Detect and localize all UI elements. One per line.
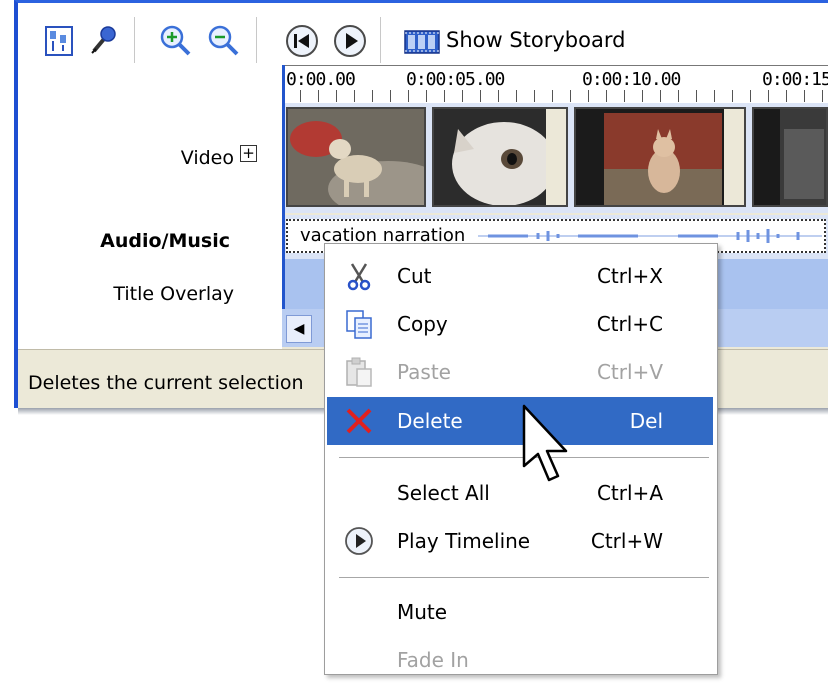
menu-item-shortcut: Ctrl+C [596,312,663,336]
dog-thumbnail-image [288,109,424,205]
toolbar-separator [256,17,258,63]
partial-thumbnail-image [754,109,826,205]
ruler-tick-label: 0:00:10.00 [582,69,681,90]
menu-item-shortcut: Ctrl+X [596,264,663,288]
status-text: Deletes the current selection [28,372,304,394]
play-timeline-icon[interactable] [330,21,370,61]
toolbar-separator [380,17,382,63]
audio-music-track-label: Audio/Music [100,230,230,252]
timeline-toolbar: Show Storyboard [18,3,828,65]
ruler-tick-label: 0:00:15 [762,69,828,90]
menu-item-label: Copy [397,312,448,336]
ruler-tick-label: 0:00.00 [286,69,356,90]
storyboard-icon[interactable] [402,21,442,61]
video-clip-partial[interactable] [752,107,828,207]
ruler-ticks [282,90,828,102]
set-audio-levels-icon[interactable] [40,21,80,61]
timeline-ruler[interactable]: 0:00.00 0:00:05.00 0:00:10.00 0:00:15 [282,65,828,104]
menu-item-shortcut: Del [629,409,663,433]
video-track[interactable] [282,103,828,213]
menu-item-label: Fade In [397,648,469,672]
video-track-label: Video [180,147,234,169]
playback-indicator[interactable] [282,65,285,309]
menu-item-label: Select All [397,481,490,505]
scissors-icon [347,263,371,291]
scroll-left-icon[interactable]: ◀ [286,315,312,343]
menu-item-shortcut: Ctrl+W [590,529,663,553]
copy-icon [346,310,372,339]
menu-separator [339,577,709,578]
cat-sitting-thumbnail-image [576,109,744,205]
menu-item-shortcut: Ctrl+A [596,481,663,505]
expand-video-track-icon[interactable]: + [240,145,257,162]
menu-item-label: Delete [397,409,463,433]
ruler-tick-label: 0:00:05.00 [406,69,505,90]
menu-item-shortcut: Ctrl+V [596,360,663,384]
rewind-timeline-icon[interactable] [282,21,322,61]
menu-item-copy[interactable]: Copy Ctrl+C [327,300,713,348]
menu-item-label: Mute [397,600,448,624]
video-clip-dog[interactable] [286,107,426,207]
video-clip-cat-sitting[interactable] [574,107,746,207]
paste-icon [346,357,372,387]
cat-closeup-thumbnail-image [434,109,566,205]
zoom-in-icon[interactable] [156,21,196,61]
title-overlay-track-label: Title Overlay [113,283,234,305]
zoom-out-icon[interactable] [204,21,244,61]
delete-x-icon [346,408,372,434]
menu-item-label: Play Timeline [397,529,531,553]
menu-item-cut[interactable]: Cut Ctrl+X [327,252,713,300]
menu-item-mute[interactable]: Mute [327,588,713,636]
track-labels-panel: Video + Audio/Music Title Overlay [18,65,282,349]
show-storyboard-button[interactable]: Show Storyboard [446,28,625,52]
menu-item-play-timeline[interactable]: Play Timeline Ctrl+W [327,517,713,565]
menu-item-fade-in: Fade In [327,636,713,684]
mouse-pointer-icon [522,404,568,482]
narrate-timeline-icon[interactable] [82,21,122,61]
video-clip-cat-closeup[interactable] [432,107,568,207]
menu-item-label: Cut [397,264,432,288]
play-icon [345,527,373,555]
toolbar-separator [134,17,136,63]
menu-item-label: Paste [397,360,451,384]
menu-item-paste: Paste Ctrl+V [327,348,713,396]
